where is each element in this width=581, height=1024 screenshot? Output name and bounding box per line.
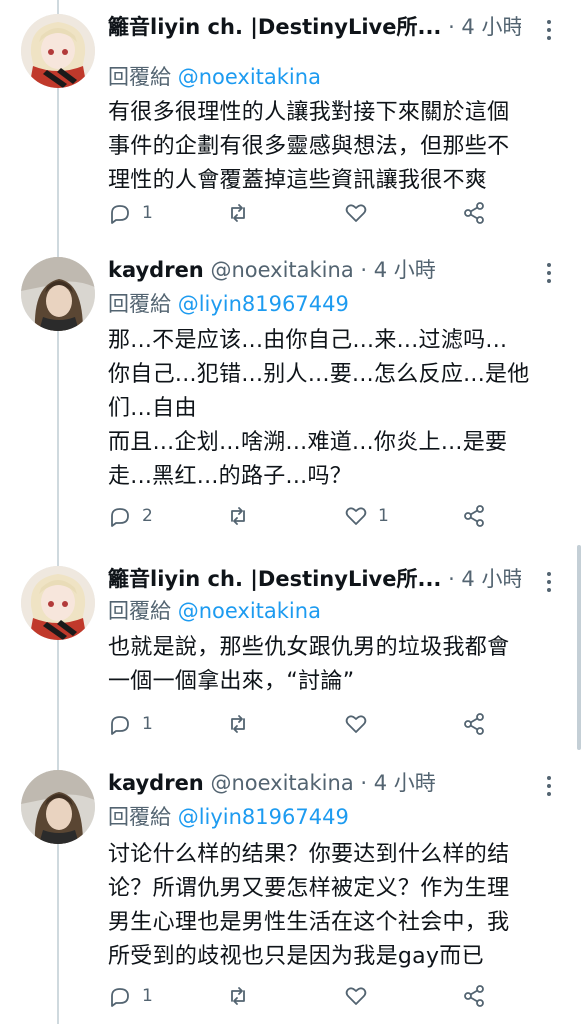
retweet-button[interactable]	[226, 981, 260, 1011]
reply-button[interactable]: 1	[108, 198, 153, 228]
like-button[interactable]	[344, 981, 378, 1011]
tweet-header: 籬音liyin ch. |DestinyLive所... · 4 小時	[108, 10, 521, 44]
display-name[interactable]: 籬音liyin ch. |DestinyLive所...	[108, 15, 441, 39]
tweet-header: kaydren @noexitakina · 4 小時	[108, 253, 521, 287]
photo-avatar-icon	[21, 770, 95, 844]
heart-icon	[345, 715, 367, 733]
reply-handle-link[interactable]: @liyin81967449	[178, 805, 349, 829]
reply-handle-link[interactable]: @noexitakina	[178, 599, 321, 623]
tweet-actions: 1	[108, 709, 568, 739]
tweet-meta: @noexitakina · 4 小時	[203, 258, 436, 282]
reply-icon	[111, 508, 129, 527]
reply-button[interactable]: 1	[108, 981, 153, 1011]
share-icon	[464, 713, 484, 735]
tweet-text: 有很多很理性的人讓我對接下來關於這個 事件的企劃有很多靈感與想法，但那些不 理性…	[108, 100, 510, 193]
display-name[interactable]: 籬音liyin ch. |DestinyLive所...	[108, 567, 441, 591]
retweet-button[interactable]	[226, 709, 260, 739]
share-button[interactable]	[462, 501, 486, 531]
tweet-meta: @noexitakina · 4 小時	[203, 771, 436, 795]
avatar[interactable]	[21, 14, 95, 88]
share-icon	[464, 505, 484, 527]
heart-icon	[345, 987, 367, 1005]
avatar[interactable]	[21, 566, 95, 640]
retweet-button[interactable]	[226, 501, 260, 531]
reply-to-line: 回覆給 @liyin81967449	[108, 800, 349, 834]
tweet-actions: 1	[108, 198, 568, 228]
retweet-button[interactable]	[226, 198, 260, 228]
reply-count: 1	[142, 714, 153, 734]
more-options-icon[interactable]	[539, 18, 559, 42]
heart-icon	[345, 204, 367, 222]
scrollbar[interactable]	[577, 545, 581, 750]
tweet-meta: · 4 小時	[441, 15, 521, 39]
reply-count: 2	[142, 506, 153, 526]
anime-girl-avatar-icon	[21, 14, 95, 88]
photo-avatar-icon	[21, 257, 95, 331]
share-button[interactable]	[462, 198, 486, 228]
like-button[interactable]	[344, 198, 378, 228]
reply-icon	[111, 205, 129, 224]
reply-prefix: 回覆給	[108, 599, 178, 623]
tweet-actions: 2 1	[108, 501, 568, 531]
tweet-meta: · 4 小時	[441, 567, 521, 591]
like-count: 1	[378, 506, 389, 526]
reply-button[interactable]: 2	[108, 501, 153, 531]
share-icon	[464, 202, 484, 224]
share-icon	[464, 985, 484, 1007]
reply-count: 1	[142, 203, 153, 223]
reply-to-line: 回覆給 @noexitakina	[108, 594, 321, 628]
reply-icon	[111, 988, 129, 1007]
share-button[interactable]	[462, 709, 486, 739]
more-options-icon[interactable]	[539, 774, 559, 798]
retweet-icon	[231, 987, 245, 1005]
retweet-icon	[231, 204, 245, 222]
like-button[interactable]	[344, 709, 378, 739]
reply-handle-link[interactable]: @liyin81967449	[178, 292, 349, 316]
more-options-icon[interactable]	[539, 261, 559, 285]
like-button[interactable]: 1	[344, 501, 389, 531]
reply-prefix: 回覆給	[108, 65, 178, 89]
reply-button[interactable]: 1	[108, 709, 153, 739]
tweet-header: kaydren @noexitakina · 4 小時	[108, 766, 521, 800]
reply-count: 1	[142, 986, 153, 1006]
avatar[interactable]	[21, 770, 95, 844]
display-name[interactable]: kaydren	[108, 771, 204, 795]
retweet-icon	[231, 715, 245, 733]
tweet-text: 也就是說，那些仇女跟仇男的垃圾我都會 一個一個拿出來，“討論”	[108, 635, 510, 694]
thread-connector-line	[57, 0, 59, 1024]
reply-to-line: 回覆給 @noexitakina	[108, 60, 321, 94]
heart-icon	[345, 507, 367, 525]
retweet-icon	[231, 507, 245, 525]
reply-prefix: 回覆給	[108, 805, 178, 829]
tweet-actions: 1	[108, 981, 568, 1011]
tweet-text: 那...不是应该...由你自己...来...过滤吗... 你自己...犯错...…	[108, 328, 530, 489]
tweet-text: 讨论什么样的结果？你要达到什么样的结 论？所谓仇男又要怎样被定义？作为生理 男生…	[108, 842, 510, 969]
share-button[interactable]	[462, 981, 486, 1011]
reply-prefix: 回覆給	[108, 292, 178, 316]
avatar[interactable]	[21, 257, 95, 331]
display-name[interactable]: kaydren	[108, 258, 204, 282]
reply-to-line: 回覆給 @liyin81967449	[108, 287, 349, 321]
reply-icon	[111, 716, 129, 735]
more-options-icon[interactable]	[539, 570, 559, 594]
anime-girl-avatar-icon	[21, 566, 95, 640]
reply-handle-link[interactable]: @noexitakina	[178, 65, 321, 89]
tweet-header: 籬音liyin ch. |DestinyLive所... · 4 小時	[108, 562, 521, 596]
